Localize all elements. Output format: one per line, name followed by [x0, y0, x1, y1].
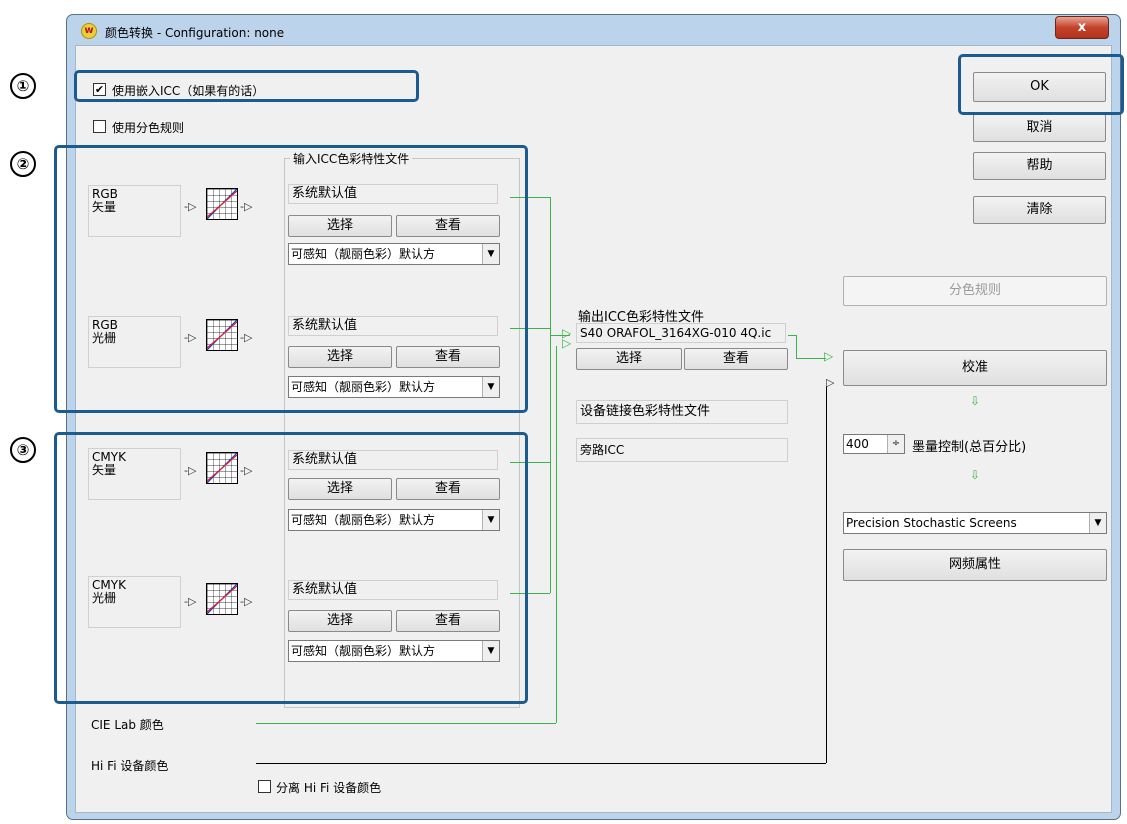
output-view-button[interactable]: 查看	[684, 348, 788, 370]
callout-box-2	[54, 145, 528, 413]
flow-arrow-icon: ▷	[562, 336, 572, 350]
flow-line	[796, 335, 797, 358]
screen-properties-button[interactable]: 网频属性	[843, 549, 1107, 581]
title-bar: w 颜色转换 - Configuration: none x	[67, 15, 1120, 45]
output-profile-field: S40 ORAFOL_3164XG-010 4Q.ic	[576, 323, 786, 343]
callout-box-ok	[958, 54, 1124, 115]
flow-line	[550, 197, 551, 593]
flow-line	[556, 346, 557, 723]
hifi-label: Hi Fi 设备颜色	[91, 759, 169, 773]
ink-limit-spinbox[interactable]: 400 ÷	[843, 434, 905, 454]
flow-line	[256, 723, 556, 724]
output-select-button[interactable]: 选择	[576, 348, 682, 370]
close-button[interactable]: x	[1055, 16, 1109, 39]
dropdown-arrow-icon: ▼	[1089, 513, 1106, 533]
flow-line	[256, 763, 826, 764]
bypass-icc-field: 旁路ICC	[576, 438, 788, 462]
arrow-right-icon: ▷	[826, 376, 835, 389]
window-title: 颜色转换 - Configuration: none	[105, 26, 285, 40]
use-separation-rules-label: 使用分色规则	[112, 121, 185, 135]
callout-box-1	[74, 70, 419, 102]
flow-line	[788, 335, 796, 336]
help-button[interactable]: 帮助	[973, 152, 1106, 180]
flow-arrow-down-icon: ⇩	[970, 394, 981, 408]
callout-number-3: ③	[10, 437, 36, 463]
flow-line	[796, 358, 826, 359]
spinner-arrows-icon: ÷	[887, 435, 904, 453]
callout-box-3	[54, 432, 528, 704]
flow-arrow-down-icon: ⇩	[970, 468, 981, 482]
ink-limit-label: 墨量控制(总百分比)	[912, 440, 1027, 455]
separate-hifi-label: 分离 Hi Fi 设备颜色	[276, 781, 382, 795]
cie-lab-label: CIE Lab 颜色	[91, 718, 164, 732]
cancel-button[interactable]: 取消	[973, 114, 1106, 142]
callout-number-1: ①	[10, 73, 36, 99]
screening-select[interactable]: Precision Stochastic Screens ▼	[843, 512, 1107, 534]
flow-line	[826, 386, 827, 763]
calibrate-button[interactable]: 校准	[843, 350, 1107, 386]
clear-button[interactable]: 清除	[973, 196, 1106, 224]
app-logo-icon: w	[81, 23, 97, 39]
device-link-field: 设备链接色彩特性文件	[576, 400, 788, 424]
callout-number-2: ②	[10, 151, 36, 177]
separation-rules-button[interactable]: 分色规则	[843, 276, 1107, 306]
separate-hifi-checkbox[interactable]	[258, 780, 271, 793]
flow-arrow-icon: ▷	[824, 349, 834, 363]
use-separation-rules-checkbox[interactable]	[93, 120, 106, 133]
